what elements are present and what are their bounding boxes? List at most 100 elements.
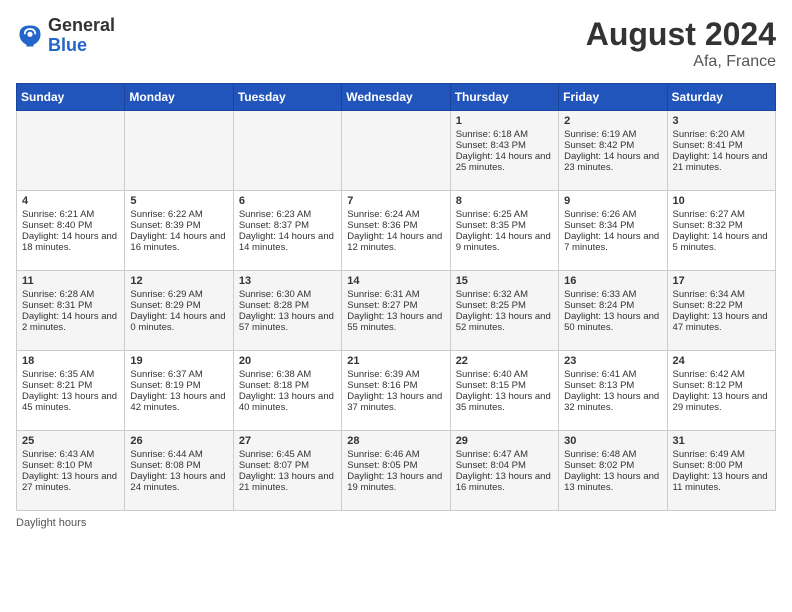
day-info-line: Sunrise: 6:47 AM	[456, 449, 553, 460]
day-info-line: Daylight: 13 hours and 50 minutes.	[564, 311, 661, 333]
day-number: 19	[130, 355, 227, 367]
day-info-line: Sunset: 8:07 PM	[239, 460, 336, 471]
day-number: 12	[130, 275, 227, 287]
day-cell: 2Sunrise: 6:19 AMSunset: 8:42 PMDaylight…	[559, 111, 667, 191]
day-info-line: Daylight: 13 hours and 19 minutes.	[347, 471, 444, 493]
day-number: 15	[456, 275, 553, 287]
day-info-line: Daylight: 13 hours and 40 minutes.	[239, 391, 336, 413]
day-info-line: Sunrise: 6:22 AM	[130, 209, 227, 220]
week-row-3: 11Sunrise: 6:28 AMSunset: 8:31 PMDayligh…	[17, 271, 776, 351]
day-cell: 19Sunrise: 6:37 AMSunset: 8:19 PMDayligh…	[125, 351, 233, 431]
day-info-line: Sunset: 8:42 PM	[564, 140, 661, 151]
day-number: 16	[564, 275, 661, 287]
day-info-line: Daylight: 14 hours and 21 minutes.	[673, 151, 770, 173]
day-cell: 6Sunrise: 6:23 AMSunset: 8:37 PMDaylight…	[233, 191, 341, 271]
day-number: 17	[673, 275, 770, 287]
day-info-line: Daylight: 14 hours and 14 minutes.	[239, 231, 336, 253]
header-cell-tuesday: Tuesday	[233, 84, 341, 111]
day-info-line: Sunset: 8:35 PM	[456, 220, 553, 231]
day-info-line: Sunset: 8:41 PM	[673, 140, 770, 151]
day-info-line: Daylight: 13 hours and 21 minutes.	[239, 471, 336, 493]
day-number: 22	[456, 355, 553, 367]
day-number: 5	[130, 195, 227, 207]
day-info-line: Sunset: 8:18 PM	[239, 380, 336, 391]
day-number: 23	[564, 355, 661, 367]
day-number: 9	[564, 195, 661, 207]
day-cell: 17Sunrise: 6:34 AMSunset: 8:22 PMDayligh…	[667, 271, 775, 351]
logo-text: General Blue	[48, 16, 115, 56]
day-number: 8	[456, 195, 553, 207]
logo: General Blue	[16, 16, 115, 56]
day-info-line: Sunset: 8:31 PM	[22, 300, 119, 311]
day-info-line: Daylight: 14 hours and 25 minutes.	[456, 151, 553, 173]
day-cell: 24Sunrise: 6:42 AMSunset: 8:12 PMDayligh…	[667, 351, 775, 431]
day-info-line: Daylight: 13 hours and 24 minutes.	[130, 471, 227, 493]
day-info-line: Sunset: 8:40 PM	[22, 220, 119, 231]
day-cell	[17, 111, 125, 191]
day-cell: 13Sunrise: 6:30 AMSunset: 8:28 PMDayligh…	[233, 271, 341, 351]
day-info-line: Sunset: 8:24 PM	[564, 300, 661, 311]
day-info-line: Sunrise: 6:26 AM	[564, 209, 661, 220]
header-cell-saturday: Saturday	[667, 84, 775, 111]
title-block: August 2024 Afa, France	[586, 16, 776, 71]
day-info-line: Sunrise: 6:43 AM	[22, 449, 119, 460]
day-info-line: Sunset: 8:21 PM	[22, 380, 119, 391]
week-row-1: 1Sunrise: 6:18 AMSunset: 8:43 PMDaylight…	[17, 111, 776, 191]
day-info-line: Daylight: 14 hours and 23 minutes.	[564, 151, 661, 173]
day-info-line: Sunrise: 6:25 AM	[456, 209, 553, 220]
day-info-line: Daylight: 13 hours and 42 minutes.	[130, 391, 227, 413]
day-info-line: Sunset: 8:32 PM	[673, 220, 770, 231]
day-info-line: Daylight: 14 hours and 2 minutes.	[22, 311, 119, 333]
day-info-line: Sunrise: 6:48 AM	[564, 449, 661, 460]
day-info-line: Sunrise: 6:20 AM	[673, 129, 770, 140]
day-number: 25	[22, 435, 119, 447]
day-info-line: Sunrise: 6:46 AM	[347, 449, 444, 460]
day-number: 1	[456, 115, 553, 127]
week-row-4: 18Sunrise: 6:35 AMSunset: 8:21 PMDayligh…	[17, 351, 776, 431]
day-number: 29	[456, 435, 553, 447]
day-info-line: Sunset: 8:27 PM	[347, 300, 444, 311]
day-info-line: Sunrise: 6:21 AM	[22, 209, 119, 220]
day-info-line: Daylight: 13 hours and 45 minutes.	[22, 391, 119, 413]
day-info-line: Sunrise: 6:33 AM	[564, 289, 661, 300]
day-cell: 21Sunrise: 6:39 AMSunset: 8:16 PMDayligh…	[342, 351, 450, 431]
location-title: Afa, France	[586, 53, 776, 71]
header-row: SundayMondayTuesdayWednesdayThursdayFrid…	[17, 84, 776, 111]
day-info-line: Daylight: 13 hours and 52 minutes.	[456, 311, 553, 333]
day-number: 18	[22, 355, 119, 367]
day-info-line: Sunrise: 6:45 AM	[239, 449, 336, 460]
day-info-line: Sunset: 8:22 PM	[673, 300, 770, 311]
day-info-line: Daylight: 14 hours and 9 minutes.	[456, 231, 553, 253]
day-info-line: Sunset: 8:04 PM	[456, 460, 553, 471]
day-number: 24	[673, 355, 770, 367]
day-info-line: Sunset: 8:19 PM	[130, 380, 227, 391]
day-number: 2	[564, 115, 661, 127]
day-number: 7	[347, 195, 444, 207]
day-info-line: Sunrise: 6:49 AM	[673, 449, 770, 460]
day-info-line: Sunrise: 6:31 AM	[347, 289, 444, 300]
day-info-line: Daylight: 14 hours and 0 minutes.	[130, 311, 227, 333]
day-info-line: Sunset: 8:43 PM	[456, 140, 553, 151]
day-info-line: Daylight: 14 hours and 16 minutes.	[130, 231, 227, 253]
logo-icon	[16, 22, 44, 50]
day-info-line: Sunrise: 6:42 AM	[673, 369, 770, 380]
day-info-line: Daylight: 13 hours and 29 minutes.	[673, 391, 770, 413]
day-info-line: Sunset: 8:08 PM	[130, 460, 227, 471]
day-info-line: Daylight: 13 hours and 16 minutes.	[456, 471, 553, 493]
day-info-line: Sunset: 8:29 PM	[130, 300, 227, 311]
day-info-line: Daylight: 13 hours and 37 minutes.	[347, 391, 444, 413]
day-info-line: Daylight: 13 hours and 57 minutes.	[239, 311, 336, 333]
day-info-line: Sunset: 8:28 PM	[239, 300, 336, 311]
day-cell: 4Sunrise: 6:21 AMSunset: 8:40 PMDaylight…	[17, 191, 125, 271]
day-info-line: Sunset: 8:16 PM	[347, 380, 444, 391]
day-cell: 18Sunrise: 6:35 AMSunset: 8:21 PMDayligh…	[17, 351, 125, 431]
day-cell: 29 Sunrise: 6:47 AMSunset: 8:04 PMDayligh…	[450, 431, 558, 511]
day-cell: 9Sunrise: 6:26 AMSunset: 8:34 PMDaylight…	[559, 191, 667, 271]
day-info-line: Daylight: 14 hours and 18 minutes.	[22, 231, 119, 253]
day-info-line: Sunrise: 6:38 AM	[239, 369, 336, 380]
week-row-5: 25Sunrise: 6:43 AMSunset: 8:10 PMDayligh…	[17, 431, 776, 511]
day-number: 20	[239, 355, 336, 367]
day-info-line: Sunrise: 6:28 AM	[22, 289, 119, 300]
day-number: 30	[564, 435, 661, 447]
day-cell: 20 Sunrise: 6:38 AMSunset: 8:18 PMDayligh…	[233, 351, 341, 431]
